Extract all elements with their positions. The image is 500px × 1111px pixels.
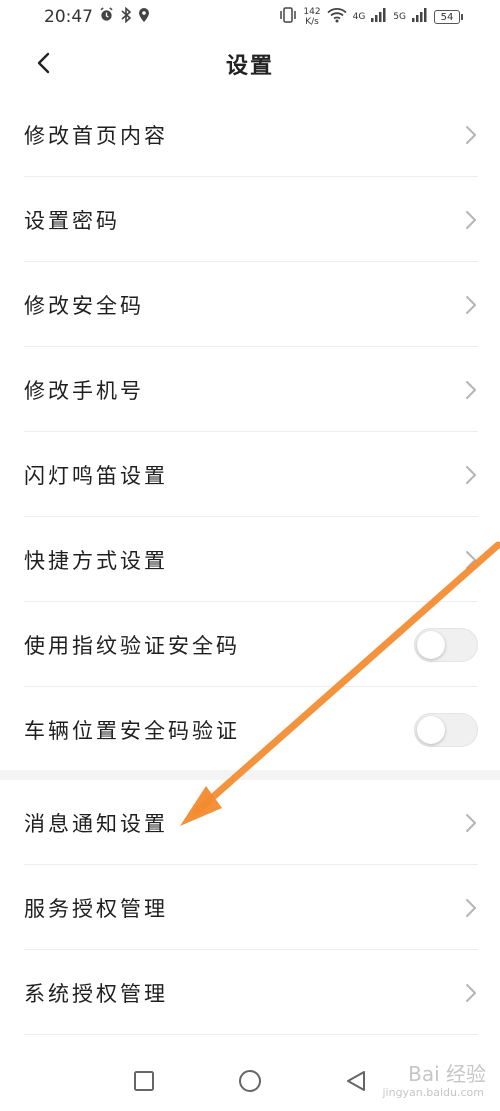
chevron-right-icon xyxy=(466,814,476,832)
settings-item-label: 修改手机号 xyxy=(24,378,144,403)
section-gap xyxy=(0,770,500,780)
settings-item-label: 消息通知设置 xyxy=(24,811,168,836)
chevron-right-icon xyxy=(466,211,476,229)
speed-value: 142 xyxy=(303,7,321,17)
settings-item-service-auth[interactable]: 服务授权管理 xyxy=(0,865,500,950)
fingerprint-toggle[interactable] xyxy=(414,628,478,662)
status-time: 20:47 xyxy=(44,7,93,27)
network-speed: 142 K/s xyxy=(303,7,320,27)
location-icon xyxy=(138,7,150,28)
chevron-right-icon xyxy=(466,899,476,917)
settings-item-label: 车辆位置安全码验证 xyxy=(24,718,240,743)
home-button[interactable] xyxy=(235,1066,265,1096)
settings-item-fingerprint: 使用指纹验证安全码 xyxy=(0,602,500,687)
network-type-1: 4G xyxy=(352,12,366,22)
settings-item-set-password[interactable]: 设置密码 xyxy=(0,177,500,262)
status-right: 142 K/s 4G 5G 54 xyxy=(279,6,463,28)
triangle-back-icon xyxy=(347,1070,365,1091)
settings-item-flash-horn[interactable]: 闪灯鸣笛设置 xyxy=(0,432,500,517)
signal-icon xyxy=(371,7,387,27)
chevron-right-icon xyxy=(466,126,476,144)
signal-icon xyxy=(412,7,428,27)
settings-item-label: 闪灯鸣笛设置 xyxy=(24,463,168,488)
chevron-right-icon xyxy=(466,984,476,1002)
vehicle-location-toggle[interactable] xyxy=(414,713,478,747)
vibrate-icon xyxy=(279,6,297,28)
settings-item-edit-home[interactable]: 修改首页内容 xyxy=(0,92,500,177)
watermark-sub: jingyan.baidu.com xyxy=(382,1086,484,1099)
status-bar: 20:47 142 K/s 4G 5G 54 xyxy=(0,0,500,34)
settings-item-label: 系统授权管理 xyxy=(24,981,168,1006)
header: 设置 xyxy=(0,34,500,92)
recents-button[interactable] xyxy=(129,1066,159,1096)
toggle-knob xyxy=(417,631,445,659)
settings-item-label: 设置密码 xyxy=(24,208,120,233)
chevron-right-icon xyxy=(466,381,476,399)
settings-item-label: 修改安全码 xyxy=(24,293,144,318)
square-nav-icon xyxy=(134,1070,154,1091)
settings-item-label: 服务授权管理 xyxy=(24,896,168,921)
settings-item-edit-security-code[interactable]: 修改安全码 xyxy=(0,262,500,347)
settings-item-notifications[interactable]: 消息通知设置 xyxy=(0,780,500,865)
chevron-right-icon xyxy=(466,551,476,569)
settings-item-vehicle-location: 车辆位置安全码验证 xyxy=(0,687,500,772)
alarm-icon xyxy=(99,7,114,27)
settings-item-label: 修改首页内容 xyxy=(24,123,168,148)
chevron-right-icon xyxy=(466,466,476,484)
watermark: Bai 经验 jingyan.baidu.com xyxy=(382,1058,486,1099)
bluetooth-icon xyxy=(120,6,132,28)
settings-item-label: 快捷方式设置 xyxy=(24,548,168,573)
chevron-right-icon xyxy=(466,296,476,314)
status-left: 20:47 xyxy=(44,6,150,28)
settings-item-label: 使用指纹验证安全码 xyxy=(24,633,240,658)
watermark-text: Bai 经验 xyxy=(408,1062,486,1086)
circle-nav-icon xyxy=(239,1069,261,1092)
back-nav-button[interactable] xyxy=(341,1066,371,1096)
settings-item-shortcuts[interactable]: 快捷方式设置 xyxy=(0,517,500,602)
divider xyxy=(24,1034,478,1035)
speed-unit: K/s xyxy=(305,17,319,27)
toggle-knob xyxy=(417,716,445,744)
wifi-icon xyxy=(326,7,347,28)
settings-item-edit-phone[interactable]: 修改手机号 xyxy=(0,347,500,432)
battery-icon: 54 xyxy=(434,10,463,24)
network-type-2: 5G xyxy=(393,12,406,22)
settings-item-system-auth[interactable]: 系统授权管理 xyxy=(0,950,500,1035)
page-title: 设置 xyxy=(225,54,274,79)
